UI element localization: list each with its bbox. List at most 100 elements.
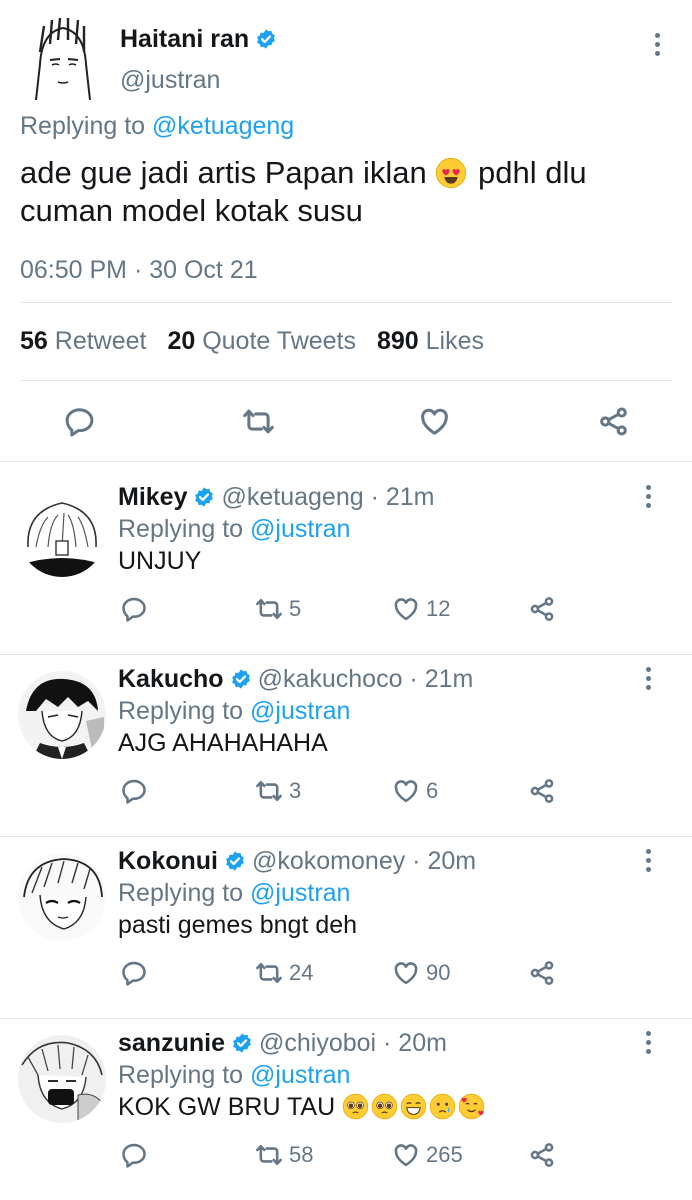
reply-author-name[interactable]: sanzunie [118, 1029, 225, 1057]
reply-tweet[interactable]: Mikey @ketuageng · 21m Replying to @justr… [0, 473, 692, 655]
like-button[interactable]: 90 [392, 959, 450, 987]
share-icon[interactable] [597, 405, 630, 438]
likes-stat[interactable]: 890 Likes [377, 327, 484, 355]
retweet-button[interactable]: 58 [255, 1141, 313, 1169]
pleading-face-emoji-icon [371, 1093, 398, 1120]
reply-icon [120, 777, 148, 805]
retweet-count: 5 [289, 596, 302, 621]
reply-icon [120, 595, 148, 623]
smiling-hearts-emoji-icon [458, 1093, 485, 1120]
like-icon[interactable] [418, 405, 451, 438]
like-count: 12 [426, 596, 451, 621]
reply-author-name[interactable]: Mikey [118, 483, 187, 511]
reply-avatar[interactable] [18, 853, 106, 941]
reply-icon [120, 1141, 148, 1169]
replying-to: Replying to @justran [118, 697, 351, 725]
share-button[interactable] [528, 777, 556, 805]
reply-text: AJG AHAHAHAHA [118, 729, 328, 757]
reply-button[interactable] [120, 1141, 148, 1169]
like-icon [392, 595, 420, 623]
verified-badge-icon [255, 28, 277, 50]
reply-text: KOK GW BRU TAU [118, 1093, 487, 1122]
more-options-icon[interactable] [641, 667, 655, 690]
replying-to-handle[interactable]: @justran [250, 515, 350, 543]
reply-handle-time: @kokomoney · 20m [252, 847, 477, 875]
reply-text: UNJUY [118, 547, 202, 575]
like-button[interactable]: 12 [392, 595, 450, 623]
tweet-text: ade gue jadi artis Papan iklan pdhl dlu … [20, 155, 587, 228]
reply-avatar[interactable] [18, 671, 106, 759]
reply-button[interactable] [120, 595, 148, 623]
like-count: 90 [426, 960, 451, 985]
retweet-icon [255, 777, 283, 805]
replying-to-handle[interactable]: @justran [250, 879, 350, 907]
reply-header: Kakucho @kakuchoco · 21m [118, 665, 473, 694]
like-icon [392, 959, 420, 987]
divider [20, 302, 672, 303]
more-options-icon[interactable] [641, 849, 655, 872]
reply-handle-time: @ketuageng · 21m [221, 483, 435, 511]
more-options-icon[interactable] [641, 485, 655, 508]
retweet-count: 3 [289, 778, 302, 803]
reply-header: sanzunie @chiyoboi · 20m [118, 1029, 447, 1058]
tweet-stats: 56 Retweet 20 Quote Tweets 890 Likes [20, 327, 484, 356]
retweet-button[interactable]: 24 [255, 959, 313, 987]
reply-avatar[interactable] [18, 1035, 106, 1123]
retweet-icon[interactable] [242, 405, 275, 438]
reply-avatar[interactable] [18, 489, 106, 577]
verified-badge-icon [231, 1032, 253, 1054]
author-handle[interactable]: @justran [120, 66, 220, 95]
reply-header: Mikey @ketuageng · 21m [118, 483, 435, 512]
replying-to-handle[interactable]: @ketuageng [152, 112, 294, 140]
retweet-stat[interactable]: 56 Retweet [20, 327, 146, 355]
replying-to: Replying to @justran [118, 1061, 351, 1089]
divider [20, 380, 672, 381]
like-icon [392, 1141, 420, 1169]
more-options-icon[interactable] [650, 33, 664, 56]
reply-button[interactable] [120, 777, 148, 805]
like-icon [392, 777, 420, 805]
reply-tweet[interactable]: Kokonui @kokomoney · 20m Replying to @jus… [0, 837, 692, 1019]
retweet-icon [255, 959, 283, 987]
verified-badge-icon [224, 850, 246, 872]
crying-face-emoji-icon [429, 1093, 456, 1120]
quote-stat[interactable]: 20 Quote Tweets [167, 327, 356, 355]
share-icon [528, 595, 556, 623]
replying-to: Replying to @justran [118, 879, 351, 907]
verified-badge-icon [230, 668, 252, 690]
retweet-button[interactable]: 5 [255, 595, 301, 623]
pleading-face-emoji-icon [342, 1093, 369, 1120]
reply-author-name[interactable]: Kokonui [118, 847, 218, 875]
reply-header: Kokonui @kokomoney · 20m [118, 847, 476, 876]
replying-to-handle[interactable]: @justran [250, 697, 350, 725]
retweet-count: 58 [289, 1142, 314, 1167]
main-tweet: Haitani ran @justran Replying to @ketuag… [0, 0, 692, 462]
author-name[interactable]: Haitani ran [120, 25, 277, 54]
reply-tweet[interactable]: sanzunie @chiyoboi · 20m Replying to @jus… [0, 1019, 692, 1200]
like-count: 265 [426, 1142, 463, 1167]
replying-to-handle[interactable]: @justran [250, 1061, 350, 1089]
reply-handle-time: @kakuchoco · 21m [257, 665, 474, 693]
replying-to: Replying to @justran [118, 515, 351, 543]
share-icon [528, 1141, 556, 1169]
reply-tweet[interactable]: Kakucho @kakuchoco · 21m Replying to @jus… [0, 655, 692, 837]
more-options-icon[interactable] [641, 1031, 655, 1054]
retweet-button[interactable]: 3 [255, 777, 301, 805]
reply-author-name[interactable]: Kakucho [118, 665, 224, 693]
like-count: 6 [426, 778, 439, 803]
reply-button[interactable] [120, 959, 148, 987]
author-avatar[interactable] [22, 12, 104, 100]
share-button[interactable] [528, 959, 556, 987]
retweet-icon [255, 1141, 283, 1169]
tweet-timestamp: 06:50 PM · 30 Oct 21 [20, 256, 258, 284]
reply-text: pasti gemes bngt deh [118, 911, 358, 939]
share-button[interactable] [528, 1141, 556, 1169]
like-button[interactable]: 6 [392, 777, 438, 805]
star-struck-emoji-icon [435, 157, 467, 189]
reply-icon[interactable] [63, 405, 96, 438]
share-button[interactable] [528, 595, 556, 623]
reply-handle-time: @chiyoboi · 20m [258, 1029, 447, 1057]
retweet-count: 24 [289, 960, 314, 985]
like-button[interactable]: 265 [392, 1141, 463, 1169]
grinning-squint-emoji-icon [400, 1093, 427, 1120]
